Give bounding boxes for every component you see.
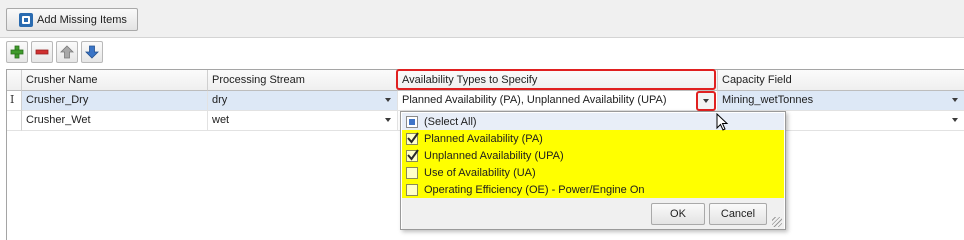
option-checkbox[interactable]: [406, 166, 418, 179]
chevron-down-icon[interactable]: [385, 98, 391, 102]
table-row-1-availability-types[interactable]: Planned Availability (PA), Unplanned Ava…: [398, 91, 718, 111]
remove-row-icon: [35, 49, 49, 55]
top-toolbar: Add Missing Items: [0, 0, 964, 38]
add-row-button[interactable]: [6, 41, 28, 63]
remove-row-button[interactable]: [31, 41, 53, 63]
availability-types-value: Planned Availability (PA), Unplanned Ava…: [402, 94, 667, 106]
select-all-label: (Select All): [424, 115, 477, 128]
move-down-icon: [85, 45, 99, 59]
cancel-button[interactable]: Cancel: [709, 203, 767, 225]
check-icon: [407, 131, 419, 144]
select-all-checkbox[interactable]: [406, 115, 418, 128]
option-label: Planned Availability (PA): [424, 132, 543, 145]
column-header-crusher-name[interactable]: Crusher Name: [22, 70, 208, 91]
capacity-field-value: Mining_wetTonnes: [722, 94, 814, 106]
processing-stream-value: dry: [212, 94, 228, 106]
add-missing-items-button[interactable]: Add Missing Items: [6, 8, 138, 31]
option-label: Unplanned Availability (UPA): [424, 149, 564, 162]
row-indicator: [7, 111, 22, 131]
processing-stream-value: wet: [212, 114, 230, 126]
move-up-button[interactable]: [56, 41, 78, 63]
column-header-capacity-field[interactable]: Capacity Field: [718, 70, 964, 91]
table-row-1-processing-stream[interactable]: dry: [208, 91, 398, 111]
option-label: Use of Availability (UA): [424, 166, 536, 179]
option-label: Operating Efficiency (OE) - Power/Engine…: [424, 183, 645, 196]
mouse-cursor-icon: [716, 113, 729, 131]
column-header-availability-types[interactable]: Availability Types to Specify: [398, 70, 718, 91]
edit-row-indicator: I: [10, 93, 15, 106]
option-use-of-availability[interactable]: Use of Availability (UA): [402, 164, 784, 181]
dropdown-footer: OK Cancel: [402, 198, 784, 229]
option-checkbox[interactable]: [406, 148, 419, 162]
table-row-1-crusher-name[interactable]: Crusher_Dry: [22, 91, 208, 111]
option-checkbox[interactable]: [406, 131, 419, 145]
app-icon: [19, 12, 33, 27]
ok-button[interactable]: OK: [651, 203, 705, 225]
add-missing-items-label: Add Missing Items: [37, 13, 127, 26]
move-up-icon: [60, 45, 74, 59]
row-actions: [6, 41, 103, 63]
chevron-down-icon[interactable]: [385, 118, 391, 122]
chevron-down-icon: [703, 99, 709, 103]
check-icon: [407, 148, 419, 161]
chevron-down-icon[interactable]: [952, 98, 958, 102]
move-down-button[interactable]: [81, 41, 103, 63]
option-operating-efficiency[interactable]: Operating Efficiency (OE) - Power/Engine…: [402, 181, 784, 198]
table-row-2-crusher-name[interactable]: Crusher_Wet: [22, 111, 208, 131]
option-unplanned-availability[interactable]: Unplanned Availability (UPA): [402, 147, 784, 164]
column-header-processing-stream[interactable]: Processing Stream: [208, 70, 398, 91]
table-row-1-capacity-field[interactable]: Mining_wetTonnes: [718, 91, 964, 111]
row-header-corner: [7, 70, 22, 91]
table-row-2-processing-stream[interactable]: wet: [208, 111, 398, 131]
availability-dropdown-button[interactable]: [696, 91, 716, 111]
option-checkbox[interactable]: [406, 183, 418, 196]
add-row-icon: [10, 45, 24, 59]
chevron-down-icon[interactable]: [952, 118, 958, 122]
resize-grip-icon[interactable]: [772, 217, 782, 227]
